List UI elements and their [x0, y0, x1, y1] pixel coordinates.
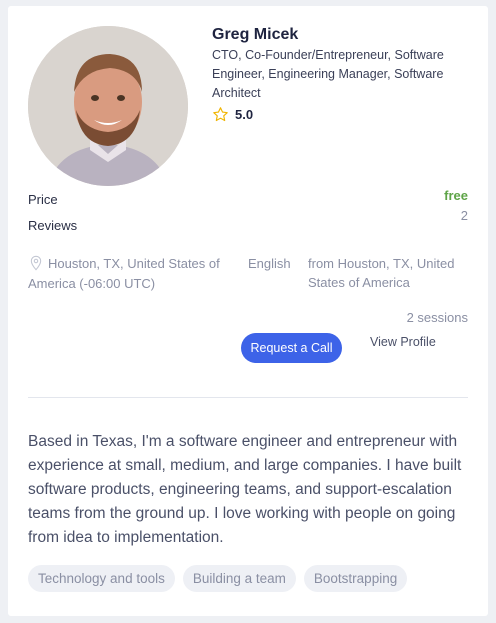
location-pin-icon — [30, 255, 42, 271]
avatar-photo — [28, 26, 188, 186]
rating-value: 5.0 — [235, 107, 254, 122]
tag-building-a-team[interactable]: Building a team — [182, 565, 296, 592]
tag-list: Technology and tools Building a team Boo… — [28, 565, 408, 592]
tag-technology-and-tools[interactable]: Technology and tools — [28, 565, 175, 592]
location: Houston, TX, United States of America (-… — [28, 254, 238, 294]
sessions-count: 2 sessions — [406, 310, 468, 325]
reviews-value: 2 — [460, 208, 468, 223]
from-location: from Houston, TX, United States of Ameri… — [308, 256, 455, 290]
reviews-label: Reviews — [28, 218, 78, 233]
price-label: Price — [28, 192, 58, 207]
request-call-button[interactable]: Request a Call — [241, 333, 342, 363]
mentor-title: CTO, Co-Founder/Entrepreneur, Software E… — [212, 48, 444, 100]
tag-bootstrapping[interactable]: Bootstrapping — [303, 565, 408, 592]
star-icon — [213, 107, 228, 122]
rating: 5.0 — [212, 106, 253, 123]
price-value: free — [444, 188, 468, 203]
avatar[interactable] — [28, 26, 188, 186]
language: English — [248, 256, 291, 271]
divider — [28, 397, 468, 398]
view-profile-link[interactable]: View Profile — [370, 335, 436, 349]
mentor-card: Greg Micek CTO, Co-Founder/Entrepreneur,… — [8, 6, 488, 616]
mentor-bio: Based in Texas, I'm a software engineer … — [28, 433, 462, 546]
location-text: Houston, TX, United States of America (-… — [28, 256, 220, 291]
mentor-name[interactable]: Greg Micek — [212, 26, 298, 44]
